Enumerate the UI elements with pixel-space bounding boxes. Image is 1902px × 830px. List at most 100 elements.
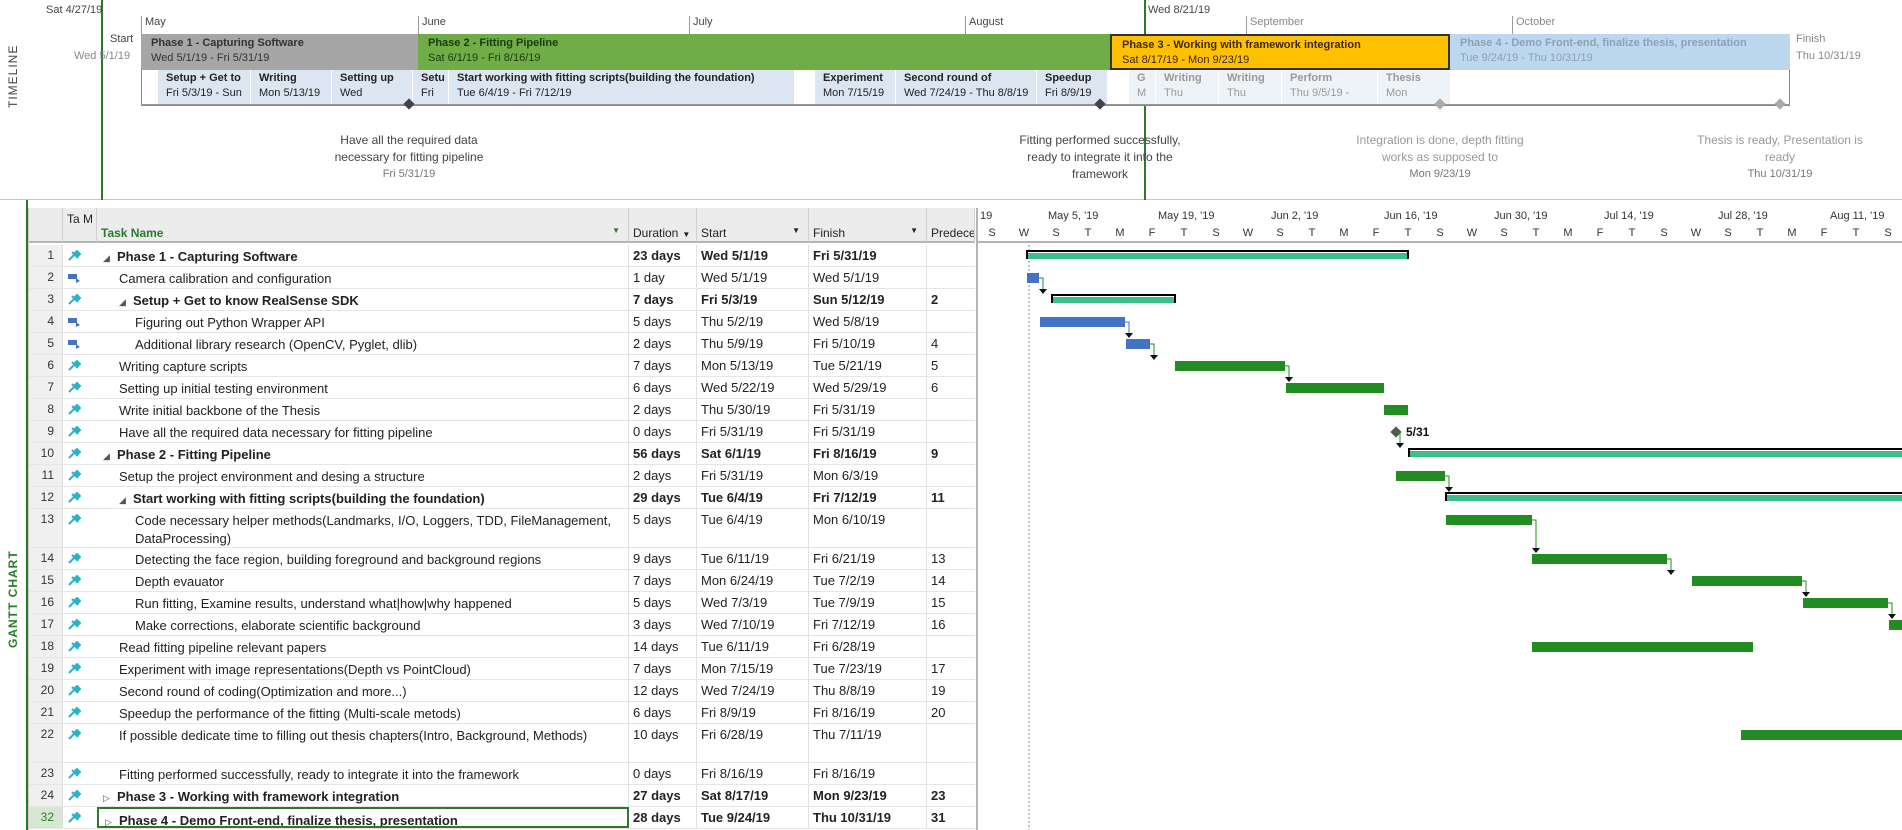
- row-id[interactable]: 12: [29, 487, 63, 508]
- task-name-cell[interactable]: Camera calibration and configuration: [97, 267, 629, 288]
- start-cell[interactable]: Tue 6/11/19: [697, 548, 809, 569]
- table-row[interactable]: 9 Have all the required data necessary f…: [29, 421, 975, 443]
- task-name-cell[interactable]: Experiment with image representations(De…: [97, 658, 629, 679]
- predecessors-cell[interactable]: 16: [927, 614, 975, 635]
- task-bar[interactable]: [1803, 598, 1888, 608]
- timeline-phase-4[interactable]: Phase 4 - Demo Front-end, finalize thesi…: [1450, 34, 1790, 70]
- task-name-cell[interactable]: Speedup the performance of the fitting (…: [97, 702, 629, 723]
- row-id[interactable]: 9: [29, 421, 63, 442]
- finish-cell[interactable]: Mon 6/10/19: [809, 509, 927, 547]
- task-name-cell[interactable]: Make corrections, elaborate scientific b…: [97, 614, 629, 635]
- predecessors-cell[interactable]: [927, 724, 975, 762]
- task-name-cell[interactable]: ◢ Phase 2 - Fitting Pipeline: [97, 443, 629, 464]
- start-cell[interactable]: Fri 8/9/19: [697, 702, 809, 723]
- row-id[interactable]: 14: [29, 548, 63, 569]
- duration-cell[interactable]: 29 days: [629, 487, 697, 508]
- summary-bar[interactable]: [1409, 451, 1902, 457]
- task-name-cell[interactable]: Writing capture scripts: [97, 355, 629, 376]
- finish-cell[interactable]: Fri 7/12/19: [809, 487, 927, 508]
- row-id[interactable]: 4: [29, 311, 63, 332]
- predecessors-cell[interactable]: 2: [927, 289, 975, 310]
- collapse-icon[interactable]: ◢: [119, 491, 127, 508]
- predecessors-cell[interactable]: [927, 763, 975, 784]
- table-row[interactable]: 8 Write initial backbone of the Thesis 2…: [29, 399, 975, 421]
- start-cell[interactable]: Wed 5/1/19: [697, 245, 809, 266]
- timeline-task[interactable]: Setup + Get to Fri 5/3/19 - Sun: [158, 70, 250, 104]
- finish-cell[interactable]: Thu 7/11/19: [809, 724, 927, 762]
- table-row[interactable]: 11 Setup the project environment and des…: [29, 465, 975, 487]
- table-row[interactable]: 16 Run fitting, Examine results, underst…: [29, 592, 975, 614]
- finish-cell[interactable]: Tue 7/23/19: [809, 658, 927, 679]
- start-cell[interactable]: Fri 6/28/19: [697, 724, 809, 762]
- duration-cell[interactable]: 27 days: [629, 785, 697, 806]
- finish-cell[interactable]: Fri 8/16/19: [809, 702, 927, 723]
- table-row[interactable]: 3 ◢ Setup + Get to know RealSense SDK 7 d…: [29, 289, 975, 311]
- summary-bar[interactable]: [1052, 297, 1175, 303]
- timeline-task[interactable]: Writing Thu: [1156, 70, 1218, 104]
- finish-cell[interactable]: Fri 6/21/19: [809, 548, 927, 569]
- task-bar[interactable]: [1446, 515, 1532, 525]
- duration-cell[interactable]: 2 days: [629, 333, 697, 354]
- task-bar[interactable]: [1126, 339, 1150, 349]
- table-row[interactable]: 12 ◢ Start working with fitting scripts(b…: [29, 487, 975, 509]
- task-name-cell[interactable]: ▷ Phase 3 - Working with framework integr…: [97, 785, 629, 806]
- collapse-icon[interactable]: ◢: [103, 249, 111, 266]
- task-name-cell[interactable]: If possible dedicate time to filling out…: [97, 724, 629, 762]
- timeline-phase-2[interactable]: Phase 2 - Fitting Pipeline Sat 6/1/19 - F…: [418, 34, 1110, 70]
- duration-cell[interactable]: 6 days: [629, 377, 697, 398]
- row-id[interactable]: 21: [29, 702, 63, 723]
- start-cell[interactable]: Mon 5/13/19: [697, 355, 809, 376]
- timeline-task[interactable]: Writing Mon 5/13/19: [251, 70, 331, 104]
- task-name-cell[interactable]: Setup the project environment and desing…: [97, 465, 629, 486]
- finish-cell[interactable]: Fri 8/16/19: [809, 763, 927, 784]
- table-row[interactable]: 24 ▷ Phase 3 - Working with framework int…: [29, 785, 975, 807]
- chevron-down-icon[interactable]: ▼: [792, 226, 800, 235]
- duration-cell[interactable]: 1 day: [629, 267, 697, 288]
- task-name-cell[interactable]: ◢ Start working with fitting scripts(buil…: [97, 487, 629, 508]
- duration-cell[interactable]: 2 days: [629, 399, 697, 420]
- start-cell[interactable]: Wed 5/1/19: [697, 267, 809, 288]
- column-header-finish[interactable]: Finish ▼: [809, 208, 927, 243]
- timeline-task[interactable]: Perform Thu 9/5/19 -: [1282, 70, 1377, 104]
- table-row[interactable]: 5 Additional library research (OpenCV, P…: [29, 333, 975, 355]
- predecessors-cell[interactable]: 9: [927, 443, 975, 464]
- summary-bar[interactable]: [1027, 253, 1408, 259]
- row-id[interactable]: 1: [29, 245, 63, 266]
- predecessors-cell[interactable]: [927, 399, 975, 420]
- duration-cell[interactable]: 0 days: [629, 421, 697, 442]
- task-name-cell[interactable]: ◢ Phase 1 - Capturing Software: [97, 245, 629, 266]
- timeline-task[interactable]: Speedup Fri 8/9/19: [1037, 70, 1107, 104]
- table-row[interactable]: 17 Make corrections, elaborate scientifi…: [29, 614, 975, 636]
- task-bar[interactable]: [1692, 576, 1802, 586]
- duration-cell[interactable]: 0 days: [629, 763, 697, 784]
- table-row[interactable]: 7 Setting up initial testing environment…: [29, 377, 975, 399]
- predecessors-cell[interactable]: 5: [927, 355, 975, 376]
- start-cell[interactable]: Fri 8/16/19: [697, 763, 809, 784]
- row-id[interactable]: 13: [29, 509, 63, 547]
- table-row[interactable]: 23 Fitting performed successfully, ready…: [29, 763, 975, 785]
- task-bar[interactable]: [1040, 317, 1125, 327]
- task-name-cell[interactable]: Run fitting, Examine results, understand…: [97, 592, 629, 613]
- start-cell[interactable]: Wed 7/3/19: [697, 592, 809, 613]
- column-header-predecessors[interactable]: Predecessors: [927, 208, 975, 243]
- start-cell[interactable]: Wed 7/10/19: [697, 614, 809, 635]
- predecessors-cell[interactable]: [927, 465, 975, 486]
- row-id[interactable]: 8: [29, 399, 63, 420]
- task-name-cell[interactable]: ▷ Phase 4 - Demo Front-end, finalize thes…: [97, 807, 629, 828]
- timeline-task[interactable]: Setting up Wed: [332, 70, 412, 104]
- duration-cell[interactable]: 7 days: [629, 289, 697, 310]
- table-row[interactable]: 13 Code necessary helper methods(Landmar…: [29, 509, 975, 548]
- duration-cell[interactable]: 5 days: [629, 311, 697, 332]
- predecessors-cell[interactable]: 15: [927, 592, 975, 613]
- finish-cell[interactable]: Fri 5/31/19: [809, 399, 927, 420]
- duration-cell[interactable]: 7 days: [629, 570, 697, 591]
- finish-cell[interactable]: Fri 6/28/19: [809, 636, 927, 657]
- table-row[interactable]: 22 If possible dedicate time to filling …: [29, 724, 975, 763]
- row-id[interactable]: 22: [29, 724, 63, 762]
- finish-cell[interactable]: Sun 5/12/19: [809, 289, 927, 310]
- finish-cell[interactable]: Fri 5/10/19: [809, 333, 927, 354]
- row-id[interactable]: 32: [29, 807, 63, 828]
- predecessors-cell[interactable]: 17: [927, 658, 975, 679]
- column-header-mode[interactable]: Ta M: [63, 208, 97, 243]
- finish-cell[interactable]: Thu 8/8/19: [809, 680, 927, 701]
